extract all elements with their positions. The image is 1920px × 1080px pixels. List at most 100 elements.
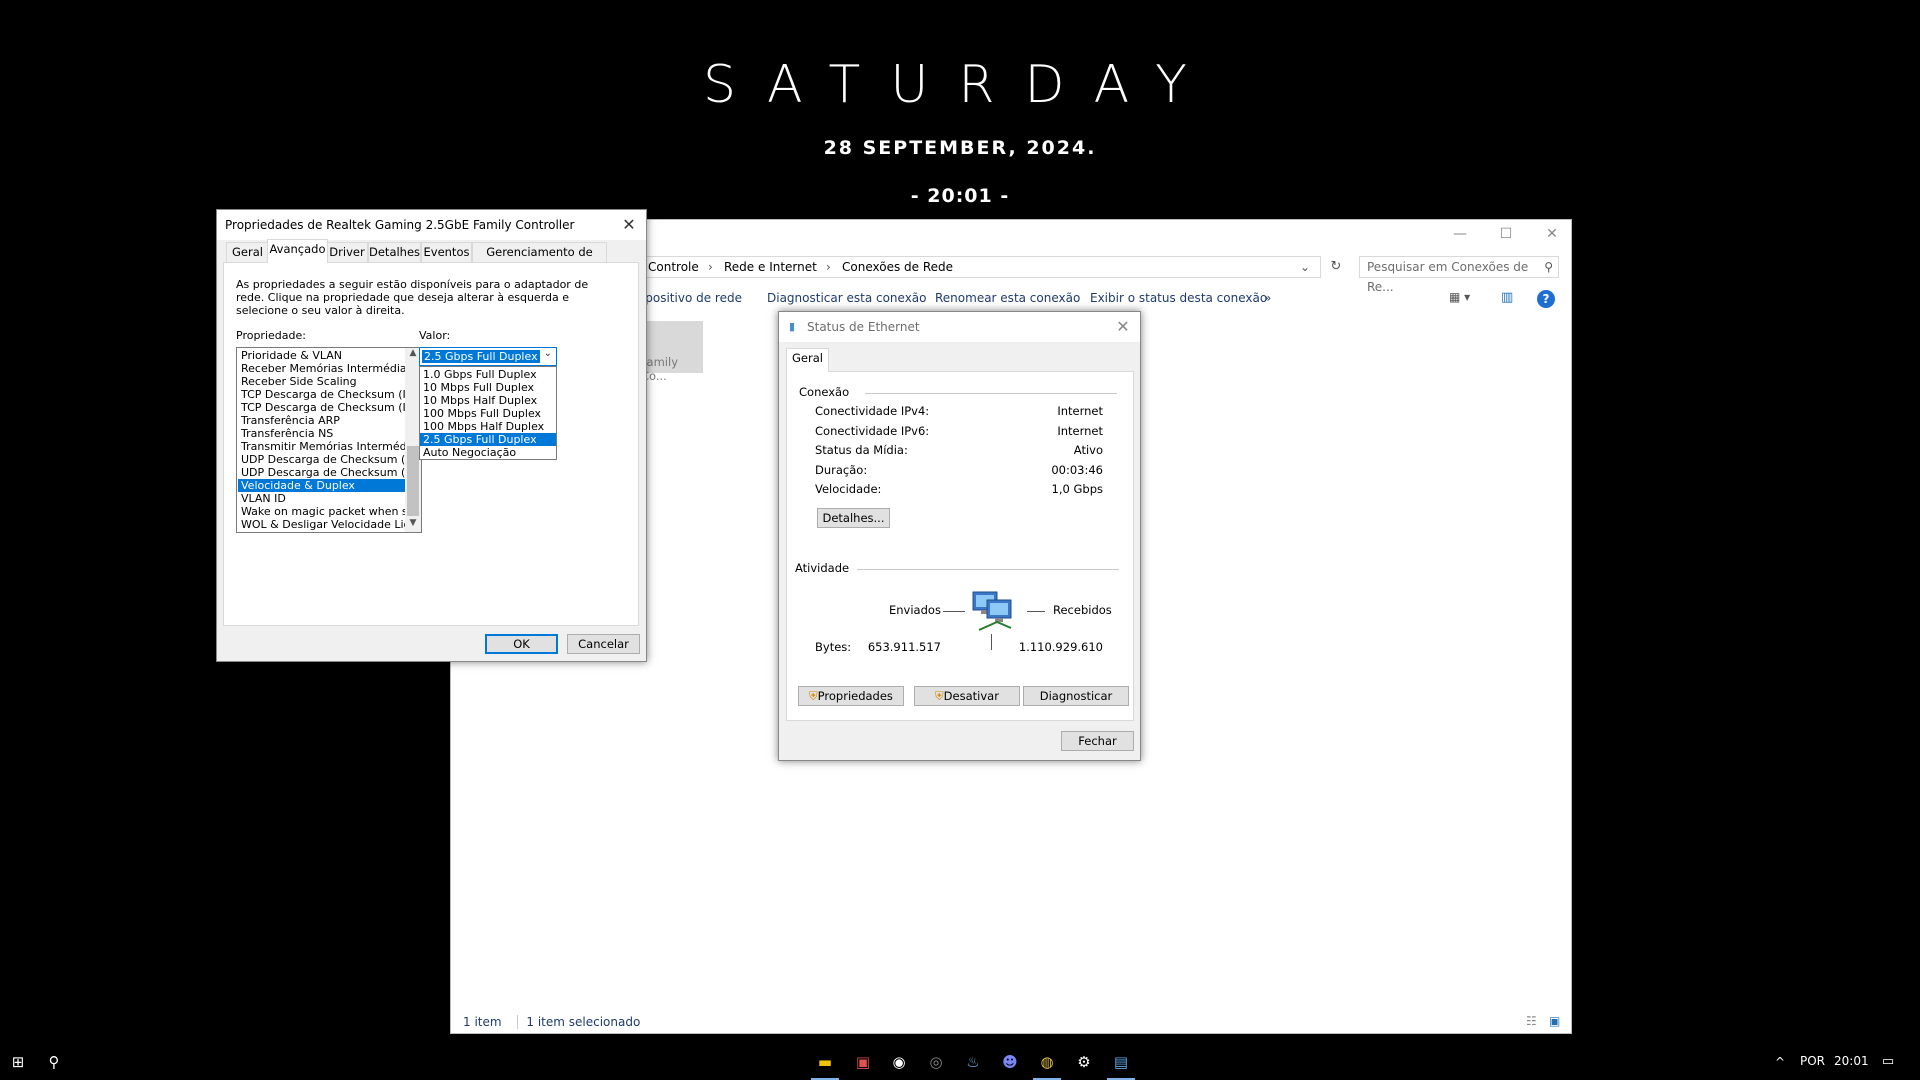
list-item[interactable]: TCP Descarga de Checksum (IPv4 <box>238 388 406 401</box>
cmd-more[interactable]: » <box>1264 291 1271 305</box>
app-icon[interactable]: ◉ <box>889 1052 909 1072</box>
bytes-label: Bytes: <box>815 640 852 654</box>
list-item[interactable]: Receber Memórias Intermédias <box>238 362 406 375</box>
value-dropdown[interactable]: 2.5 Gbps Full Duplex ⌄ <box>419 347 557 366</box>
list-item[interactable]: VLAN ID <box>238 492 406 505</box>
list-item[interactable]: WOL & Desligar Velocidade Ligaçã <box>238 518 406 531</box>
help-icon[interactable]: ? <box>1537 290 1555 308</box>
preview-pane-icon[interactable]: ▥ <box>1501 290 1517 306</box>
app-icon[interactable]: ▣ <box>853 1052 873 1072</box>
refresh-icon[interactable]: ↻ <box>1325 256 1347 278</box>
list-item-selected[interactable]: Velocidade & Duplex <box>238 479 406 492</box>
row-value: 1,0 Gbps <box>1051 482 1103 496</box>
shield-icon: ⛨ <box>809 689 818 703</box>
activity-group-label: Atividade <box>795 561 850 575</box>
value-options-list[interactable]: 1.0 Gbps Full Duplex 10 Mbps Full Duplex… <box>419 366 557 460</box>
value-label: Valor: <box>419 329 451 342</box>
list-item[interactable]: Prioridade & VLAN <box>238 349 406 362</box>
start-windows-icon[interactable]: ⊞ <box>8 1052 28 1072</box>
row-value: Internet <box>1057 424 1103 438</box>
option-item[interactable]: 10 Mbps Full Duplex <box>420 381 556 394</box>
option-item[interactable]: 100 Mbps Full Duplex <box>420 407 556 420</box>
minimize-button[interactable]: — <box>1437 226 1483 246</box>
breadcrumb-item[interactable]: Conexões de Rede <box>842 257 953 277</box>
cmd-view-status[interactable]: Exibir o status desta conexão <box>1090 291 1267 305</box>
option-item[interactable]: 1.0 Gbps Full Duplex <box>420 368 556 381</box>
file-explorer-icon[interactable]: ▬ <box>815 1052 835 1072</box>
list-item[interactable]: UDP Descarga de Checksum (IPv <box>238 453 406 466</box>
tab-driver[interactable]: Driver <box>326 242 368 262</box>
list-item[interactable]: Wake on magic packet when syste <box>238 505 406 518</box>
tab-detalhes[interactable]: Detalhes <box>368 242 421 262</box>
clock-date: 28 SEPTEMBER, 2024. <box>823 137 1097 159</box>
property-listbox[interactable]: Prioridade & VLAN Receber Memórias Inter… <box>236 347 422 533</box>
option-item-selected[interactable]: 2.5 Gbps Full Duplex <box>420 433 556 446</box>
language-indicator[interactable]: POR <box>1800 1054 1825 1068</box>
network-adapter-item[interactable]: Family Co... <box>641 321 703 383</box>
selected-count: 1 item selecionado <box>517 1015 641 1029</box>
settings-gear-icon[interactable]: ⚙ <box>1074 1052 1094 1072</box>
diagnose-button[interactable]: Diagnosticar <box>1023 686 1129 706</box>
tab-geral[interactable]: Geral <box>226 242 269 262</box>
description-line: rede. Clique na propriedade que deseja a… <box>236 291 569 304</box>
details-button[interactable]: Detalhes... <box>817 508 890 528</box>
view-options-icon[interactable]: ▦ ▾ <box>1449 290 1477 306</box>
maximize-button[interactable]: ☐ <box>1483 226 1529 246</box>
ok-button[interactable]: OK <box>485 634 558 654</box>
scroll-down-icon[interactable]: ▼ <box>405 518 421 532</box>
breadcrumb-item[interactable]: Rede e Internet <box>724 257 817 277</box>
chevron-down-icon[interactable]: ⌄ <box>1300 257 1310 277</box>
tab-panel: As propriedades a seguir estão disponíve… <box>223 262 639 626</box>
taskbar-clock[interactable]: 20:01 <box>1834 1054 1869 1068</box>
app-icon[interactable]: ◎ <box>926 1052 946 1072</box>
row-label: Conectividade IPv4: <box>815 404 930 418</box>
tab-panel: Conexão Conectividade IPv4: Internet Con… <box>786 371 1134 721</box>
tab-avancado[interactable]: Avançado <box>267 239 328 263</box>
breadcrumb-item[interactable]: Controle <box>648 257 699 277</box>
taskbar: ⊞ ⚲ ▬ ▣ ◉ ◎ ♨ ☻ ◍ ⚙ ▤ ^ POR 20:01 ▭ <box>0 1044 1920 1080</box>
details-view-icon[interactable]: ☷ <box>1526 1014 1537 1028</box>
option-item[interactable]: 100 Mbps Half Duplex <box>420 420 556 433</box>
chrome-icon[interactable]: ◍ <box>1037 1052 1057 1072</box>
adapter-properties-dialog: Propriedades de Realtek Gaming 2.5GbE Fa… <box>216 209 647 662</box>
search-input[interactable]: Pesquisar em Conexões de Re... ⚲ <box>1359 256 1559 294</box>
tab-energia[interactable]: Gerenciamento de Energia <box>472 242 607 277</box>
option-item[interactable]: 10 Mbps Half Duplex <box>420 394 556 407</box>
list-item[interactable]: Transferência ARP <box>238 414 406 427</box>
bytes-sent: 653.911.517 <box>867 640 941 654</box>
scroll-thumb[interactable] <box>407 446 419 516</box>
search-icon[interactable]: ⚲ <box>44 1052 64 1072</box>
list-item[interactable]: Transferência NS <box>238 427 406 440</box>
close-icon[interactable]: ✕ <box>618 214 640 236</box>
close-button[interactable]: Fechar <box>1061 731 1134 751</box>
status-bar: 1 item 1 item selecionado <box>463 1015 641 1029</box>
row-label: Velocidade: <box>815 482 882 496</box>
list-item[interactable]: Receber Side Scaling <box>238 375 406 388</box>
cmd-device[interactable]: spositivo de rede <box>639 291 742 305</box>
row-label: Duração: <box>815 463 868 477</box>
steam-icon[interactable]: ♨ <box>963 1052 983 1072</box>
list-item[interactable]: UDP Descarga de Checksum (IPv <box>238 466 406 479</box>
close-icon[interactable]: ✕ <box>1112 316 1134 338</box>
list-item[interactable]: TCP Descarga de Checksum (IPv6 <box>238 401 406 414</box>
chevron-up-icon[interactable]: ^ <box>1770 1052 1790 1072</box>
dialog-title: Propriedades de Realtek Gaming 2.5GbE Fa… <box>217 210 646 240</box>
tab-eventos[interactable]: Eventos <box>421 242 472 262</box>
item-count: 1 item <box>463 1015 502 1029</box>
cancel-button[interactable]: Cancelar <box>567 634 640 654</box>
clock-time: - 20:01 - <box>910 185 1010 207</box>
list-item[interactable]: Transmitir Memórias Intermédias <box>238 440 406 453</box>
properties-button[interactable]: ⛨Propriedades <box>798 686 904 706</box>
cmd-rename[interactable]: Renomear esta conexão <box>935 291 1080 305</box>
notification-icon[interactable]: ▭ <box>1878 1052 1898 1072</box>
network-connections-icon[interactable]: ▤ <box>1111 1052 1131 1072</box>
disable-button[interactable]: ⛨Desativar <box>914 686 1020 706</box>
large-icons-view-icon[interactable]: ▣ <box>1549 1014 1560 1028</box>
close-button[interactable]: ✕ <box>1529 226 1575 246</box>
address-bar[interactable]: Controle › Rede e Internet › Conexões de… <box>639 256 1321 278</box>
bytes-received: 1.110.929.610 <box>1018 640 1103 654</box>
option-item[interactable]: Auto Negociação <box>420 446 556 459</box>
discord-icon[interactable]: ☻ <box>1000 1052 1020 1072</box>
tab-geral[interactable]: Geral <box>786 348 829 372</box>
cmd-diagnose[interactable]: Diagnosticar esta conexão <box>767 291 927 305</box>
